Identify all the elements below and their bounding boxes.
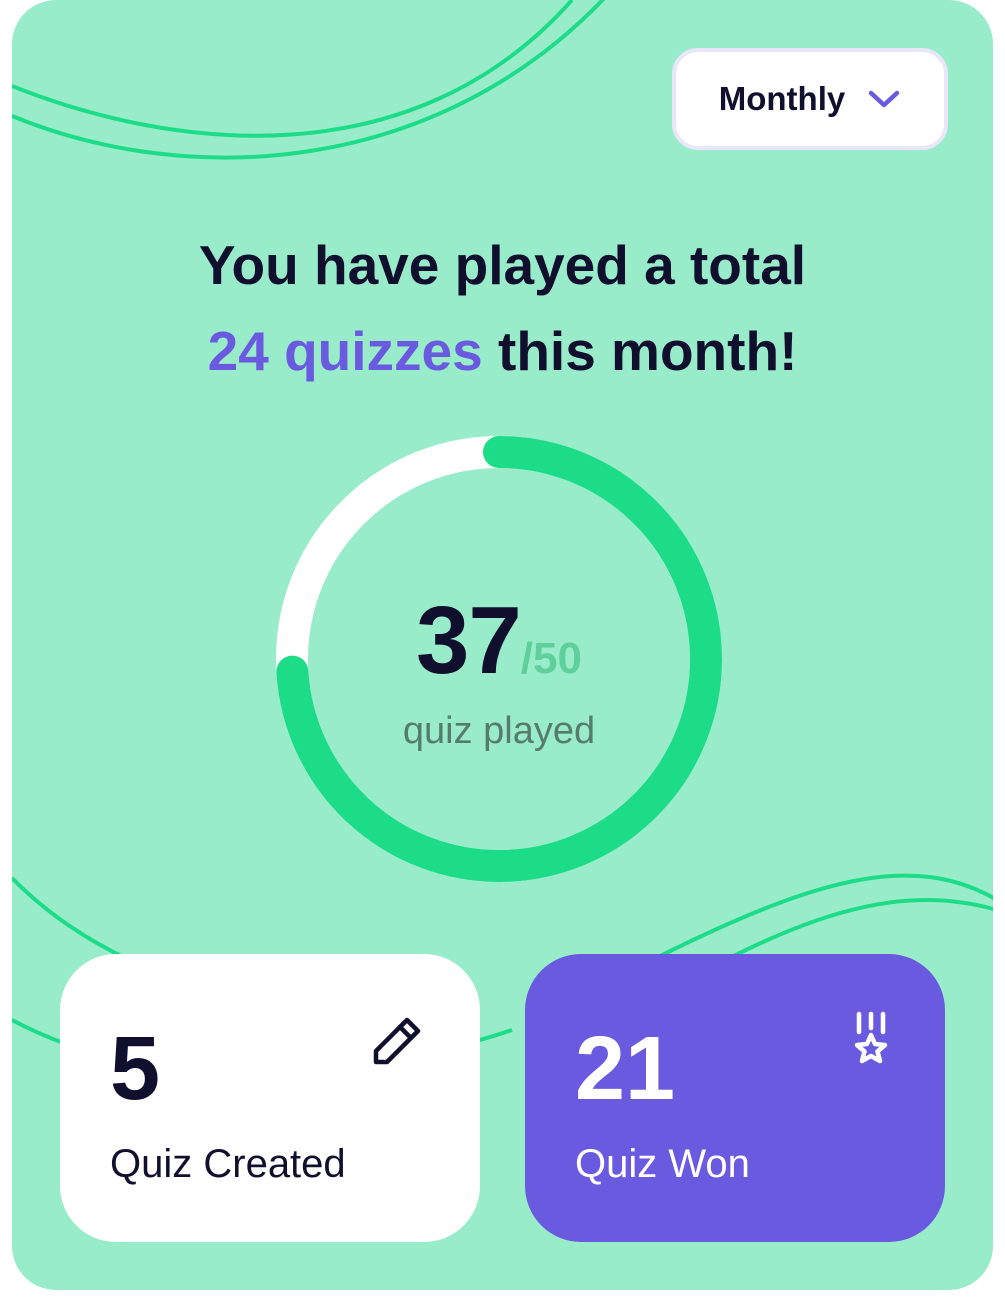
quiz-created-value: 5	[110, 1019, 161, 1119]
quiz-won-label: Quiz Won	[575, 1142, 750, 1186]
quizzes-played-count: 37	[416, 587, 522, 694]
headline-line-1: You have played a total	[198, 234, 807, 296]
chevron-down-icon	[867, 88, 901, 110]
quiz-created-card[interactable]: 5 Quiz Created	[60, 954, 480, 1242]
pencil-icon	[364, 1010, 428, 1079]
headline-line-2: 24 quizzes this month!	[12, 308, 993, 394]
period-dropdown[interactable]: Monthly	[672, 48, 948, 150]
progress-numbers: 37/50	[276, 586, 722, 696]
summary-headline: You have played a total 24 quizzes this …	[12, 222, 993, 394]
quizzes-total: /50	[520, 634, 582, 683]
quiz-won-value: 21	[575, 1019, 676, 1119]
headline-suffix: this month!	[482, 320, 798, 382]
period-dropdown-label: Monthly	[718, 80, 846, 117]
medal-icon	[839, 1008, 903, 1077]
progress-readout: 37/50 quiz played	[276, 586, 722, 753]
progress-caption: quiz played	[402, 710, 596, 752]
quiz-count-highlight: 24 quizzes	[207, 320, 483, 382]
quiz-won-card[interactable]: 21 Quiz Won	[525, 954, 945, 1242]
quiz-stats-card: Monthly You have played a total 24 quizz…	[12, 0, 993, 1290]
wave-top-1	[12, 0, 574, 138]
quiz-created-label: Quiz Created	[110, 1142, 346, 1186]
